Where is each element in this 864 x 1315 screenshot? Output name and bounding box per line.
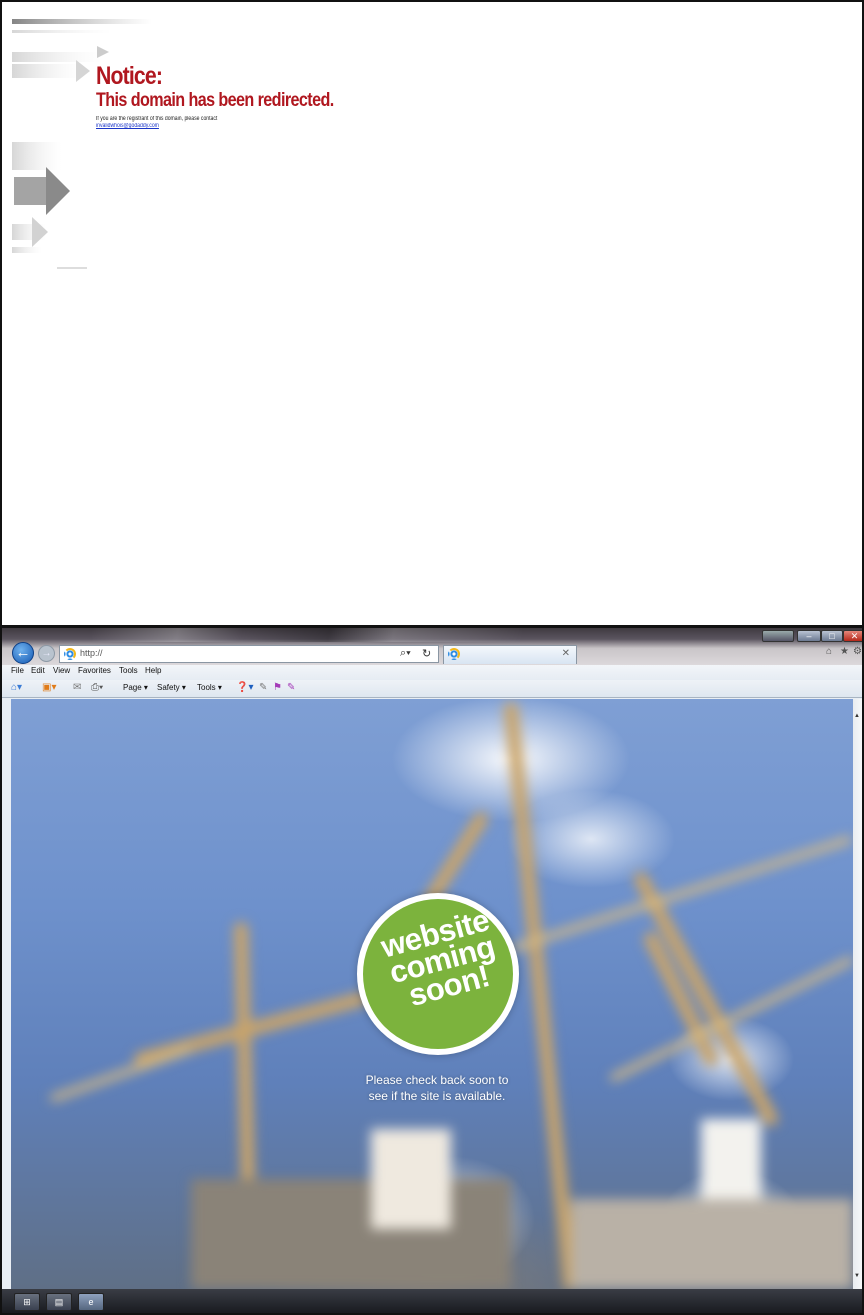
home-cmd-icon[interactable]: ⌂▾ xyxy=(11,682,22,693)
title-bar: – □ ✕ ← → http:// ⌕▾ ↻ ✕ ⌂ ★ ⚙ xyxy=(2,628,862,665)
taskbar-explorer[interactable]: ▤ xyxy=(46,1293,72,1311)
menu-help[interactable]: Help xyxy=(145,666,161,675)
notice-text: If you are the registrant of this domain… xyxy=(96,116,218,122)
print-icon[interactable]: ⎙▾ xyxy=(91,682,103,693)
close-icon[interactable]: ✕ xyxy=(562,648,570,659)
ie-icon xyxy=(448,648,460,660)
gear-icon[interactable]: ⚙ xyxy=(853,646,862,657)
tools-menu[interactable]: Tools ▾ xyxy=(197,683,222,692)
maximize-button[interactable]: □ xyxy=(821,630,843,642)
scroll-up-icon[interactable]: ▲ xyxy=(854,713,860,719)
menu-edit[interactable]: Edit xyxy=(31,666,45,675)
browser-window: – □ ✕ ← → http:// ⌕▾ ↻ ✕ ⌂ ★ ⚙ File Edit… xyxy=(0,625,864,1315)
arrows-graphic xyxy=(12,19,152,269)
taskbar: ⊞ ▤ e xyxy=(2,1289,862,1313)
availability-caption: Please check back soon to see if the sit… xyxy=(311,1072,563,1104)
browser-tab[interactable]: ✕ xyxy=(443,645,577,664)
menu-view[interactable]: View xyxy=(53,666,70,675)
ie-icon: e xyxy=(88,1297,94,1307)
vertical-scrollbar[interactable]: ▲ ▼ xyxy=(853,699,862,1289)
research-icon[interactable]: ✎ xyxy=(259,682,267,693)
ie-icon xyxy=(64,648,76,660)
title-bar-decoration xyxy=(92,628,522,642)
badge-text: website coming soon! xyxy=(369,902,516,1016)
contact-email-link[interactable]: invalidwhois@godaddy.com xyxy=(96,123,334,130)
taskbar-ie[interactable]: e xyxy=(78,1293,104,1311)
refresh-icon[interactable]: ↻ xyxy=(422,647,431,660)
menu-tools[interactable]: Tools xyxy=(119,666,138,675)
start-button[interactable]: ⊞ xyxy=(14,1293,40,1311)
feeds-icon[interactable]: ▣▾ xyxy=(42,682,56,693)
search-icon[interactable]: ⌕▾ xyxy=(400,647,411,660)
minimize-button[interactable]: – xyxy=(797,630,821,642)
notice-title: Notice: xyxy=(96,62,163,90)
folder-icon: ▤ xyxy=(54,1297,64,1307)
coming-soon-badge: website coming soon! xyxy=(357,893,519,1055)
mail-icon[interactable]: ✉ xyxy=(73,682,81,693)
back-button[interactable]: ← xyxy=(12,642,34,664)
page-menu[interactable]: Page ▾ xyxy=(123,683,148,692)
address-input[interactable]: http:// xyxy=(80,648,103,658)
notice-block: Notice: This domain has been redirected.… xyxy=(96,62,376,130)
blog-icon[interactable]: ✎ xyxy=(287,682,295,693)
notice-subtitle: This domain has been redirected. xyxy=(96,90,334,111)
command-bar: ⌂▾ ▣▾ ✉ ⎙▾ Page ▾ Safety ▾ Tools ▾ ❓▾ ✎ … xyxy=(2,680,862,698)
menu-file[interactable]: File xyxy=(11,666,24,675)
close-window-button[interactable]: ✕ xyxy=(843,630,862,642)
scroll-down-icon[interactable]: ▼ xyxy=(854,1273,860,1279)
translate-icon[interactable]: ⚑ xyxy=(273,682,282,693)
back-arrow-icon: ← xyxy=(15,644,31,661)
help-icon[interactable]: ❓▾ xyxy=(236,682,253,693)
menu-favorites[interactable]: Favorites xyxy=(78,666,111,675)
forward-button[interactable]: → xyxy=(38,645,55,662)
address-bar[interactable]: http:// ⌕▾ ↻ xyxy=(59,645,439,663)
menu-bar: File Edit View Favorites Tools Help xyxy=(2,665,862,680)
caption-line-2: see if the site is available. xyxy=(368,1089,506,1103)
forward-arrow-icon: → xyxy=(41,648,52,659)
safety-menu[interactable]: Safety ▾ xyxy=(157,683,186,692)
home-icon[interactable]: ⌂ xyxy=(826,646,832,657)
web-page: website coming soon! Please check back s… xyxy=(11,699,853,1289)
caption-line-1: Please check back soon to xyxy=(365,1073,509,1087)
redirect-notice-panel: Notice: This domain has been redirected.… xyxy=(0,0,864,625)
window-control-extra[interactable] xyxy=(762,630,794,642)
star-icon[interactable]: ★ xyxy=(840,646,849,657)
windows-logo-icon: ⊞ xyxy=(23,1297,31,1307)
